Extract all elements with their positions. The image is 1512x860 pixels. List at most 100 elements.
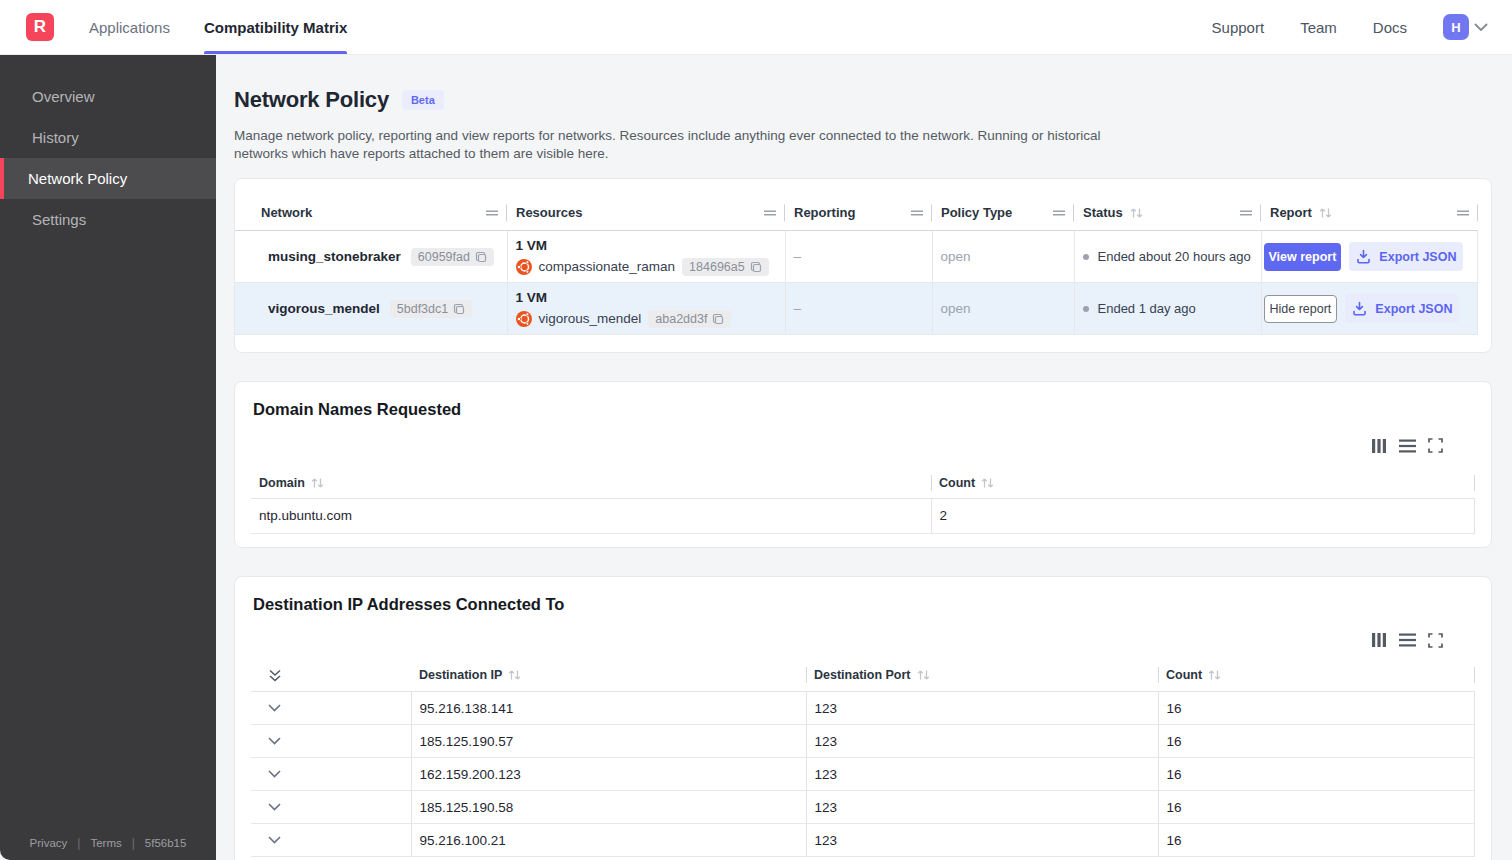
- col-report[interactable]: Report: [1261, 196, 1478, 231]
- destinations-card: Destination IP Addresses Connected To De…: [234, 576, 1492, 860]
- column-resize-handle[interactable]: [763, 209, 777, 217]
- resource-name[interactable]: vigorous_mendel: [539, 311, 642, 326]
- sort-icon[interactable]: [981, 477, 994, 489]
- chevron-down-icon: [268, 737, 281, 745]
- domains-table: Domain Count ntp.ubuntu.com 2: [251, 469, 1475, 534]
- main-content: Network Policy Beta Manage network polic…: [216, 55, 1512, 860]
- nav-team[interactable]: Team: [1300, 19, 1337, 36]
- terms-link[interactable]: Terms: [90, 837, 121, 849]
- destination-count: 16: [1158, 791, 1475, 824]
- double-chevron-down-icon: [268, 668, 282, 683]
- col-network[interactable]: Network: [235, 196, 507, 231]
- network-id-badge[interactable]: 5bdf3dc1: [390, 300, 472, 318]
- sort-icon[interactable]: [1208, 669, 1221, 681]
- columns-icon[interactable]: [1371, 632, 1387, 648]
- chevron-down-icon: [268, 836, 281, 844]
- copy-icon: [750, 261, 762, 273]
- destination-port: 123: [806, 725, 1158, 758]
- col-count[interactable]: Count: [1158, 660, 1475, 692]
- resource-name[interactable]: compassionate_raman: [539, 259, 676, 274]
- sort-icon[interactable]: [1319, 207, 1332, 219]
- destination-row[interactable]: 162.159.200.123 123 16: [251, 758, 1475, 791]
- network-name: musing_stonebraker: [268, 249, 401, 264]
- chevron-down-icon: [1474, 23, 1488, 32]
- destination-row[interactable]: 185.125.190.58 123 16: [251, 791, 1475, 824]
- col-status[interactable]: Status: [1074, 196, 1261, 231]
- expand-all-button[interactable]: [251, 660, 411, 692]
- fullscreen-icon[interactable]: [1428, 438, 1443, 453]
- chevron-down-icon: [268, 770, 281, 778]
- column-resize-handle[interactable]: [485, 209, 499, 217]
- ubuntu-icon: [516, 311, 532, 327]
- primary-tabs: Applications Compatibility Matrix: [89, 0, 347, 54]
- destinations-table: Destination IP Destination Port Count 95…: [251, 660, 1475, 858]
- domain-value: ntp.ubuntu.com: [251, 498, 931, 533]
- destination-row[interactable]: 185.125.190.57 123 16: [251, 725, 1475, 758]
- nav-support[interactable]: Support: [1212, 19, 1265, 36]
- col-reporting[interactable]: Reporting: [785, 196, 932, 231]
- columns-icon[interactable]: [1371, 438, 1387, 454]
- col-domain[interactable]: Domain: [251, 469, 931, 498]
- destination-port: 123: [806, 758, 1158, 791]
- network-id-badge[interactable]: 60959fad: [411, 248, 494, 266]
- expand-row-button[interactable]: [268, 803, 403, 811]
- user-menu[interactable]: H: [1443, 14, 1488, 40]
- sidebar-item-overview[interactable]: Overview: [0, 76, 216, 117]
- export-json-button[interactable]: Export JSON: [1349, 242, 1463, 271]
- nav-tab-applications[interactable]: Applications: [89, 0, 170, 54]
- column-resize-handle[interactable]: [1456, 209, 1470, 217]
- hide-report-button[interactable]: Hide report: [1264, 295, 1338, 323]
- destination-row[interactable]: 95.216.100.21 123 16: [251, 824, 1475, 857]
- sort-icon[interactable]: [508, 669, 521, 681]
- destination-count: 16: [1158, 725, 1475, 758]
- nav-tab-compatibility-matrix[interactable]: Compatibility Matrix: [204, 0, 347, 54]
- destination-row[interactable]: 95.216.138.141 123 16: [251, 692, 1475, 725]
- resource-id-badge[interactable]: 184696a5: [682, 258, 769, 276]
- rows-icon[interactable]: [1399, 438, 1416, 454]
- sidebar-item-settings[interactable]: Settings: [0, 199, 216, 240]
- rows-icon[interactable]: [1399, 632, 1416, 648]
- user-avatar[interactable]: H: [1443, 14, 1469, 40]
- build-hash: 5f56b15: [145, 837, 187, 849]
- policy-type-value: open: [941, 301, 971, 316]
- view-report-button[interactable]: View report: [1264, 243, 1342, 271]
- destination-ip: 185.125.190.57: [411, 725, 806, 758]
- fullscreen-icon[interactable]: [1428, 633, 1443, 648]
- privacy-link[interactable]: Privacy: [30, 837, 68, 849]
- column-resize-handle[interactable]: [1052, 209, 1066, 217]
- expand-row-button[interactable]: [268, 737, 403, 745]
- copy-icon: [453, 303, 465, 315]
- column-resize-handle[interactable]: [1239, 209, 1253, 217]
- column-resize-handle[interactable]: [910, 209, 924, 217]
- expand-row-button[interactable]: [268, 836, 403, 844]
- destinations-toolbar: [251, 632, 1475, 649]
- expand-row-button[interactable]: [268, 770, 403, 778]
- expand-row-button[interactable]: [268, 704, 403, 712]
- col-destination-ip[interactable]: Destination IP: [411, 660, 806, 692]
- col-resources[interactable]: Resources: [507, 196, 785, 231]
- sort-icon[interactable]: [1130, 207, 1143, 219]
- page-description: Manage network policy, reporting and vie…: [234, 127, 1139, 163]
- status-dot: [1083, 254, 1089, 260]
- network-row[interactable]: musing_stonebraker60959fad 1 VM compassi…: [235, 231, 1478, 283]
- page-title: Network Policy: [234, 87, 389, 113]
- sidebar-item-history[interactable]: History: [0, 117, 216, 158]
- status-dot: [1083, 306, 1089, 312]
- sort-icon[interactable]: [917, 669, 930, 681]
- top-navigation: R Applications Compatibility Matrix Supp…: [0, 0, 1512, 55]
- domain-row[interactable]: ntp.ubuntu.com 2: [251, 498, 1475, 533]
- destination-ip: 95.216.138.141: [411, 692, 806, 725]
- col-policy-type[interactable]: Policy Type: [932, 196, 1074, 231]
- sidebar: Overview History Network Policy Settings…: [0, 55, 216, 860]
- domains-card: Domain Names Requested Domain Count ntp.…: [234, 381, 1492, 548]
- col-count[interactable]: Count: [931, 469, 1475, 498]
- nav-docs[interactable]: Docs: [1373, 19, 1407, 36]
- resource-id-badge[interactable]: aba2dd3f: [648, 310, 731, 328]
- sidebar-item-network-policy[interactable]: Network Policy: [0, 158, 216, 199]
- network-row[interactable]: vigorous_mendel5bdf3dc1 1 VM vigorous_me…: [235, 283, 1478, 335]
- sort-icon[interactable]: [311, 477, 324, 489]
- download-icon: [1352, 301, 1367, 316]
- app-logo[interactable]: R: [26, 13, 54, 41]
- col-destination-port[interactable]: Destination Port: [806, 660, 1158, 692]
- export-json-button[interactable]: Export JSON: [1345, 294, 1459, 323]
